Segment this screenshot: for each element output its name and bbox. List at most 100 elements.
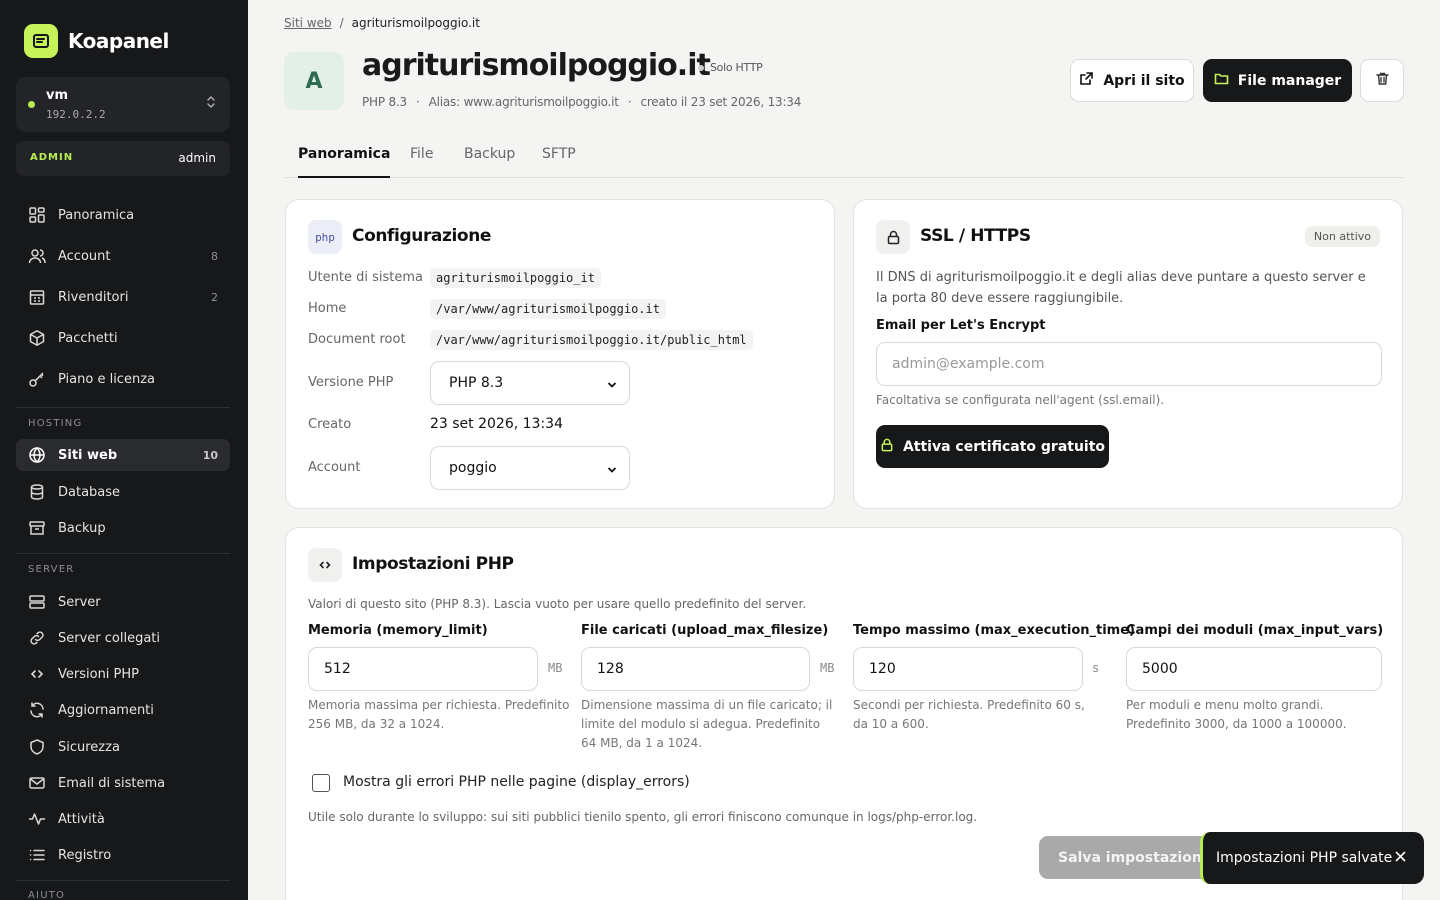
memory-limit-unit: MB [548, 661, 563, 675]
tab-file[interactable]: File [410, 146, 433, 176]
file-manager-button[interactable]: File manager [1203, 59, 1352, 102]
sidebar-item-label: Versioni PHP [58, 666, 140, 682]
section-label-hosting: HOSTING [28, 418, 83, 429]
sidebar-item-label: Backup [58, 520, 106, 536]
tab-sftp[interactable]: SFTP [542, 146, 576, 176]
divider [16, 880, 230, 881]
sidebar-item-sicurezza[interactable]: Sicurezza [16, 731, 230, 763]
sidebar-item-count: 8 [211, 249, 218, 263]
archive-icon [28, 519, 46, 537]
sidebar-item-registro[interactable]: Registro [16, 839, 230, 871]
delete-button[interactable] [1360, 59, 1404, 102]
sidebar-item-email-sistema[interactable]: Email di sistema [16, 767, 230, 799]
breadcrumb-link-siti-web[interactable]: Siti web [284, 16, 332, 30]
account-value: poggio [449, 460, 497, 476]
sidebar-item-rivenditori[interactable]: Rivenditori 2 [16, 281, 230, 313]
brand[interactable]: Koapanel [24, 24, 169, 58]
chevron-down-icon [607, 378, 617, 394]
section-label-server: SERVER [28, 564, 75, 575]
account-select[interactable]: poggio [430, 446, 630, 490]
sidebar-item-piano-licenza[interactable]: Piano e licenza [16, 363, 230, 395]
tab-backup[interactable]: Backup [464, 146, 515, 176]
upload-max-input[interactable]: 128 [581, 647, 810, 691]
role-label: ADMIN [30, 152, 74, 163]
home-value: /var/www/agriturismoilpoggio.it [430, 299, 666, 319]
sidebar-item-label: Aggiornamenti [58, 702, 154, 718]
max-input-vars-label: Campi dei moduli (max_input_vars) [1126, 623, 1384, 638]
trash-icon [1375, 71, 1390, 90]
globe-icon [28, 446, 46, 464]
sidebar: Koapanel vm 192.0.2.2 ADMIN admin Panora… [0, 0, 248, 900]
sidebar-item-versioni-php[interactable]: Versioni PHP [16, 658, 230, 690]
list-icon [28, 846, 46, 864]
sidebar-item-label: Siti web [58, 447, 118, 463]
account-label: Account [308, 460, 361, 475]
sidebar-item-backup[interactable]: Backup [16, 512, 230, 544]
breadcrumb-current: agriturismoilpoggio.it [351, 16, 480, 30]
sidebar-item-label: Sicurezza [58, 739, 120, 755]
code-icon [308, 548, 342, 582]
display-errors-checkbox[interactable] [312, 774, 330, 792]
sidebar-item-database[interactable]: Database [16, 476, 230, 508]
sidebar-item-server[interactable]: Server [16, 586, 230, 618]
sidebar-item-server-collegati[interactable]: Server collegati [16, 622, 230, 654]
divider [16, 553, 230, 554]
sidebar-item-account[interactable]: Account 8 [16, 240, 230, 272]
open-site-button[interactable]: Apri il sito [1070, 59, 1194, 102]
ssl-email-label: Email per Let's Encrypt [876, 318, 1046, 333]
php-icon: php [308, 220, 342, 254]
lock-icon [880, 438, 894, 456]
chevron-updown-icon [206, 95, 216, 113]
config-card: php Configurazione Utente di sistema agr… [285, 199, 835, 509]
user-label: Utente di sistema [308, 270, 423, 285]
php-version-select[interactable]: PHP 8.3 [430, 361, 630, 405]
external-link-icon [1079, 71, 1094, 90]
close-icon[interactable] [1395, 850, 1406, 866]
role-user: admin [178, 151, 216, 165]
site-meta: PHP 8.3 · Alias: www.agriturismoilpoggio… [362, 95, 801, 109]
shield-icon [28, 738, 46, 756]
php-version-value: PHP 8.3 [449, 375, 504, 391]
sidebar-item-attivita[interactable]: Attività [16, 803, 230, 835]
upload-max-unit: MB [820, 661, 835, 675]
max-execution-label: Tempo massimo (max_execution_time) [853, 623, 1135, 638]
server-status-dot [28, 101, 35, 108]
site-created: creato il 23 set 2026, 13:34 [640, 95, 802, 109]
sidebar-item-label: Server [58, 594, 101, 610]
sidebar-item-label: Server collegati [58, 630, 161, 646]
divider [16, 407, 230, 408]
sidebar-item-aggiornamenti[interactable]: Aggiornamenti [16, 694, 230, 726]
php-settings-intro: Valori di questo sito (PHP 8.3). Lascia … [308, 597, 807, 611]
display-errors-label[interactable]: Mostra gli errori PHP nelle pagine (disp… [343, 774, 690, 790]
server-switcher[interactable]: vm 192.0.2.2 [16, 77, 230, 132]
sidebar-item-panoramica[interactable]: Panoramica [16, 199, 230, 231]
breadcrumb: Siti web / agriturismoilpoggio.it [284, 16, 480, 30]
activity-icon [28, 810, 46, 828]
php-settings-title: Impostazioni PHP [352, 554, 514, 574]
activate-certificate-button[interactable]: Attiva certificato gratuito [876, 425, 1109, 468]
tab-panoramica[interactable]: Panoramica [298, 146, 391, 178]
lock-icon [876, 220, 910, 254]
max-execution-input[interactable]: 120 [853, 647, 1083, 691]
role-indicator: ADMIN admin [16, 141, 230, 176]
sidebar-item-label: Rivenditori [58, 289, 129, 305]
memory-limit-input[interactable]: 512 [308, 647, 538, 691]
ssl-description: Il DNS di agriturismoilpoggio.it e degli… [876, 270, 1366, 306]
sidebar-item-siti-web[interactable]: Siti web 10 [16, 439, 230, 471]
home-label: Home [308, 301, 347, 316]
site-avatar: A [284, 52, 344, 110]
config-title: Configurazione [352, 226, 492, 246]
sidebar-item-label: Database [58, 484, 121, 500]
upload-max-label: File caricati (upload_max_filesize) [581, 623, 829, 638]
tab-bar: Panoramica File Backup SFTP [284, 140, 1404, 178]
meta-separator: · [627, 95, 632, 109]
ssl-email-input[interactable]: admin@example.com [876, 342, 1382, 386]
logo-icon [24, 24, 58, 58]
building-icon [28, 288, 46, 306]
max-input-vars-input[interactable]: 5000 [1126, 647, 1382, 691]
sidebar-item-count: 2 [211, 290, 218, 304]
link-icon [28, 629, 46, 647]
sidebar-item-pacchetti[interactable]: Pacchetti [16, 322, 230, 354]
created-value: 23 set 2026, 13:34 [430, 416, 563, 432]
refresh-icon [28, 701, 46, 719]
